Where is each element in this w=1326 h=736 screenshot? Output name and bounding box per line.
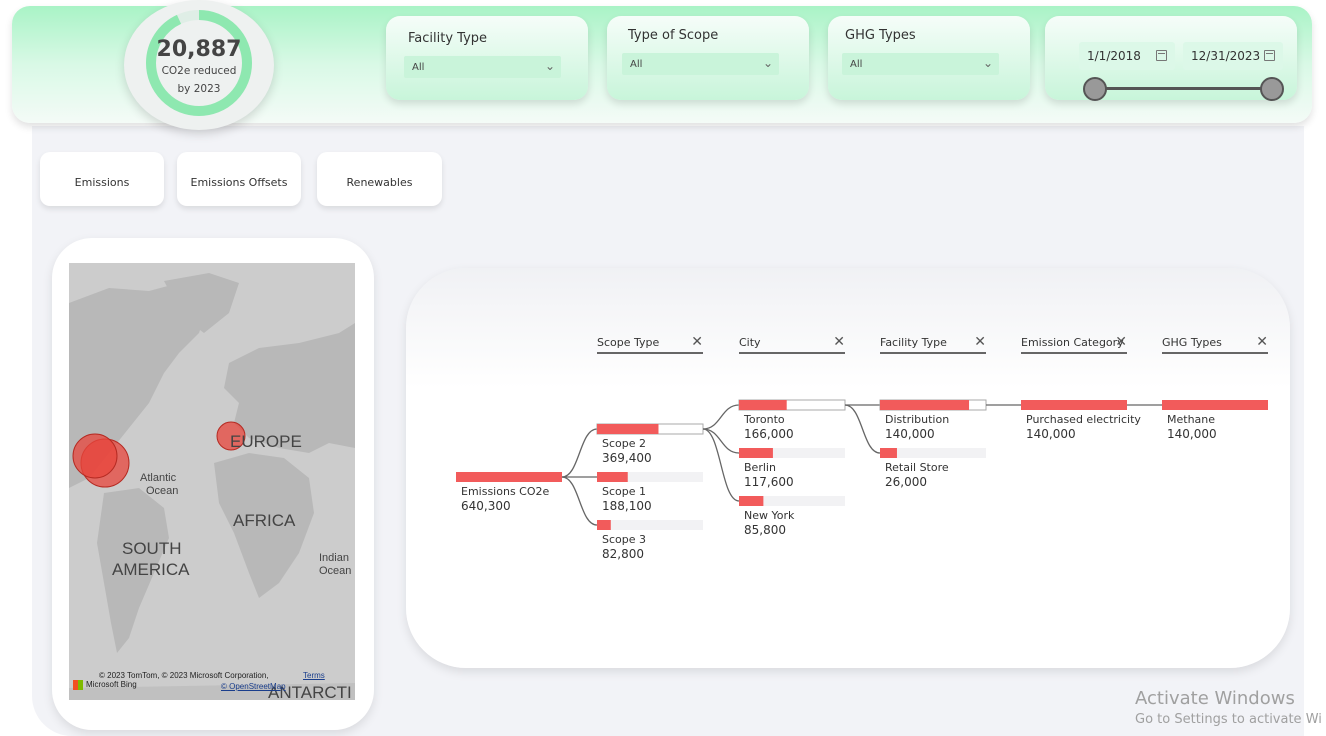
ghg-node-0-value: 140,000 [1167, 427, 1217, 441]
node-bar-background [597, 520, 703, 530]
decomposition-tree [456, 399, 1268, 530]
city-node-1-value: 117,600 [744, 475, 794, 489]
city-node-0-label: Toronto [744, 413, 785, 426]
city-node-2-value: 85,800 [744, 523, 786, 537]
scope-node-0-label: Scope 2 [602, 437, 647, 450]
tree-link [702, 428, 740, 454]
root-node-value: 640,300 [461, 499, 511, 513]
scope-node-1-value: 188,100 [602, 499, 652, 513]
tree-link [844, 404, 881, 454]
city-node-2-label: New York [744, 509, 795, 522]
facility-node-0-value: 140,000 [885, 427, 935, 441]
node-bar-city-2[interactable] [739, 496, 764, 506]
scope-node-2-label: Scope 3 [602, 533, 647, 546]
facility-node-1-label: Retail Store [885, 461, 949, 474]
node-bar-category-0[interactable] [1021, 400, 1127, 410]
tree-link [702, 428, 740, 502]
node-bar-root[interactable] [456, 472, 562, 482]
activate-windows-title: Activate Windows [1135, 688, 1295, 709]
city-node-0-value: 166,000 [744, 427, 794, 441]
root-node-label: Emissions CO2e [461, 485, 550, 498]
facility-node-1-value: 26,000 [885, 475, 927, 489]
category-node-0-value: 140,000 [1026, 427, 1076, 441]
node-bar-city-0[interactable] [739, 400, 787, 410]
scope-node-1-label: Scope 1 [602, 485, 647, 498]
tree-link [702, 404, 740, 430]
node-bar-ghg-0[interactable] [1162, 400, 1268, 410]
tree-link [561, 476, 598, 526]
facility-node-0-label: Distribution [885, 413, 950, 426]
node-bar-facility-0[interactable] [880, 400, 970, 410]
node-bar-city-1[interactable] [739, 448, 773, 458]
category-node-0-label: Purchased electricity [1026, 413, 1141, 426]
scope-node-2-value: 82,800 [602, 547, 644, 561]
node-bar-scope-2[interactable] [597, 520, 611, 530]
node-bar-scope-0[interactable] [597, 424, 659, 434]
node-bar-facility-1[interactable] [880, 448, 897, 458]
scope-node-0-value: 369,400 [602, 451, 652, 465]
city-node-1-label: Berlin [744, 461, 776, 474]
ghg-node-0-label: Methane [1167, 413, 1216, 426]
node-bar-scope-1[interactable] [597, 472, 628, 482]
tree-link [561, 428, 598, 478]
activate-windows-subtitle: Go to Settings to activate Wi [1135, 712, 1322, 727]
